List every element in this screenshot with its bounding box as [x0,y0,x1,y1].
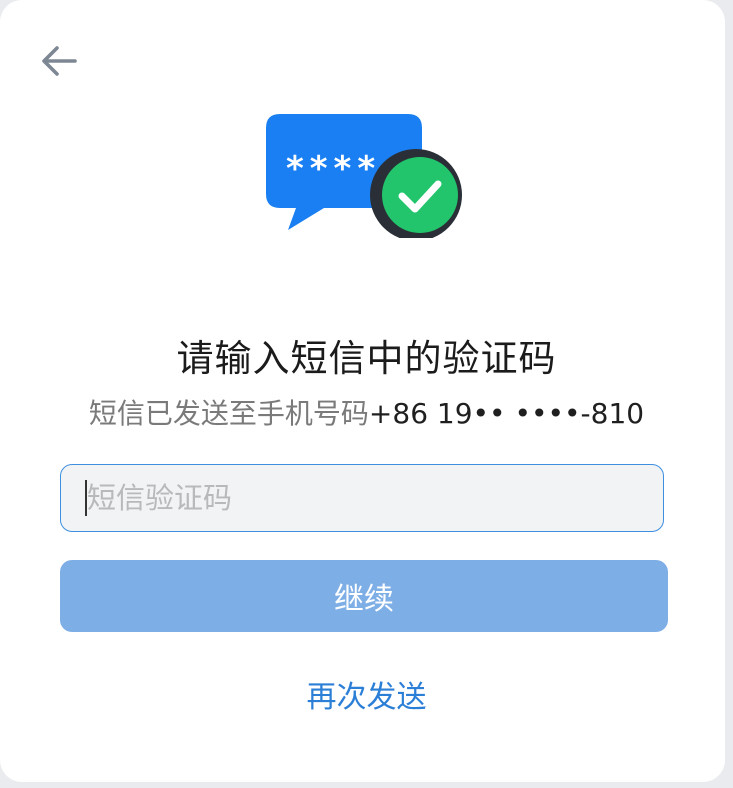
masked-code-text: **** [286,149,381,189]
arrow-left-icon [42,46,77,76]
back-button[interactable] [32,34,86,88]
verification-card: **** 请输入短信中的验证码 短信已发送至手机号码+86 19•• ••••-… [0,0,725,782]
checkmark-circle-icon [382,157,458,233]
sms-code-input[interactable] [87,481,647,515]
page-title: 请输入短信中的验证码 [176,337,557,380]
sms-verified-illustration: **** [266,112,462,241]
resend-code-link[interactable]: 再次发送 [0,672,733,716]
sent-to-label: 短信已发送至手机号码 [88,397,369,430]
sms-code-field[interactable] [60,464,664,532]
continue-button[interactable]: 继续 [60,560,668,632]
sent-to-notice: 短信已发送至手机号码+86 19•• ••••-810 [0,392,733,432]
phone-number: +86 19•• ••••-810 [368,397,645,430]
